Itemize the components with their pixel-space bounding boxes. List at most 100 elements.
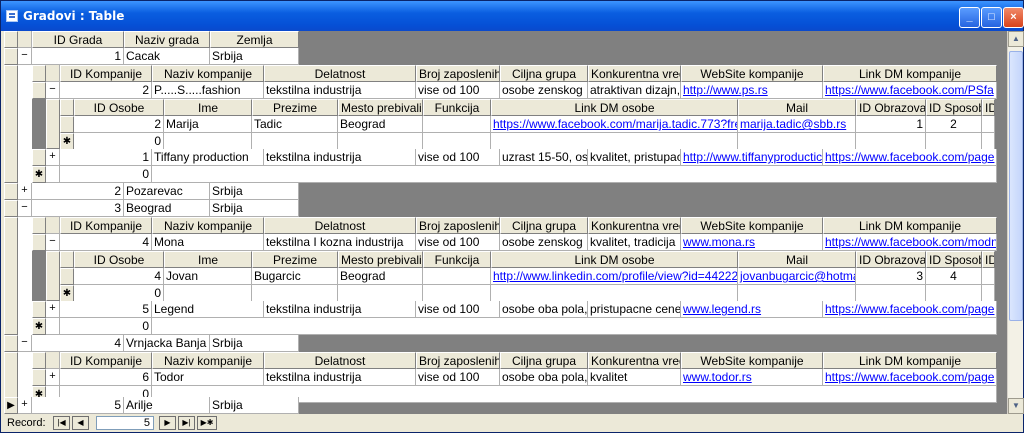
cell-link-dm-osobe[interactable] <box>491 133 738 150</box>
vertical-scrollbar[interactable]: ▲ ▼ <box>1007 31 1024 414</box>
new-record-icon[interactable]: ✱ <box>60 133 74 150</box>
cell-konkurentna[interactable]: kvalitet, tradicija <box>588 234 681 251</box>
col-konkurentna[interactable]: Konkurentna vred <box>588 217 681 234</box>
col-link-dm-osobe[interactable]: Link DM osobe <box>491 99 738 116</box>
table-row[interactable]: + 2 Pozarevac Srbija <box>4 183 299 200</box>
cell-mail[interactable]: marija.tadic@sbb.rs <box>738 116 856 133</box>
cell-link-dm[interactable]: https://www.facebook.com/PSfa <box>823 82 997 99</box>
col-broj-zaposlenih[interactable]: Broj zaposlenih <box>416 217 500 234</box>
datasheet-grid[interactable]: ID Grada Naziv grada Zemlja − 1 Cacak Sr… <box>4 31 1007 414</box>
new-record-icon[interactable]: ✱ <box>32 166 46 183</box>
cell-delatnost[interactable]: tekstilna industrija <box>264 369 416 386</box>
cell-empty[interactable] <box>152 166 997 183</box>
select-all-corner[interactable] <box>60 251 74 268</box>
col-id-sposobnosti[interactable]: ID Sposob <box>926 251 982 268</box>
cell-ime[interactable]: Jovan <box>164 268 252 285</box>
cell-id-grada[interactable]: 5 <box>32 397 124 414</box>
cell-zemlja[interactable]: Srbija <box>210 183 299 200</box>
col-delatnost[interactable]: Delatnost <box>264 217 416 234</box>
cell-naziv-grada[interactable]: Vrnjacka Banja <box>124 335 210 352</box>
expand-toggle[interactable]: + <box>46 369 60 386</box>
new-record-row[interactable]: ✱ 0 <box>32 166 997 183</box>
record-selector[interactable] <box>32 82 46 99</box>
cell-website[interactable]: www.legend.rs <box>681 301 823 318</box>
cell-id-sposobnosti[interactable]: 2 <box>926 116 982 133</box>
table-row[interactable]: + 1 Tiffany production tekstilna industr… <box>32 149 997 166</box>
cell-id-osobe[interactable]: 0 <box>74 133 164 150</box>
expand-toggle[interactable]: + <box>46 149 60 166</box>
collapse-toggle[interactable]: − <box>46 82 60 99</box>
last-record-icon[interactable]: ▶| <box>178 416 195 430</box>
collapse-toggle[interactable]: − <box>18 48 32 65</box>
record-selector[interactable] <box>60 116 74 133</box>
col-id-kompanije[interactable]: ID Kompanije <box>60 65 152 82</box>
col-website[interactable]: WebSite kompanije <box>681 217 823 234</box>
cell-funkcija[interactable] <box>423 116 491 133</box>
col-website[interactable]: WebSite kompanije <box>681 65 823 82</box>
table-row[interactable]: − 4 Vrnjacka Banja Srbija <box>4 335 299 352</box>
col-mesto[interactable]: Mesto prebivalist <box>338 251 423 268</box>
previous-record-icon[interactable]: ◀ <box>72 416 89 430</box>
cell-id-extra[interactable] <box>982 116 995 133</box>
cell-link-dm-osobe[interactable]: http://www.linkedin.com/profile/view?id=… <box>491 268 738 285</box>
col-id-grada[interactable]: ID Grada <box>32 31 124 48</box>
cell-id-grada[interactable]: 1 <box>32 48 124 65</box>
cell-link-dm[interactable]: https://www.facebook.com/page <box>823 369 997 386</box>
cell-ime[interactable]: Marija <box>164 116 252 133</box>
record-selector[interactable] <box>60 268 74 285</box>
new-record-icon[interactable]: ✱ <box>60 285 74 302</box>
record-selector[interactable] <box>32 301 46 318</box>
cell-id-sposobnosti[interactable]: 4 <box>926 268 982 285</box>
cell-mesto[interactable]: Beograd <box>338 116 423 133</box>
cell-naziv-grada[interactable]: Arilje <box>124 397 210 414</box>
cell-funkcija[interactable] <box>423 285 491 302</box>
close-button[interactable]: × <box>1003 7 1024 28</box>
cell-link-dm[interactable]: https://www.facebook.com/modn <box>823 234 997 251</box>
cell-mail[interactable] <box>738 133 856 150</box>
table-row[interactable]: 2 Marija Tadic Beograd https://www.faceb… <box>60 116 995 133</box>
cell-id-sposobnosti[interactable] <box>926 133 982 150</box>
table-row[interactable]: + 5 Legend tekstilna industrija vise od … <box>32 301 997 318</box>
cell-prezime[interactable]: Bugarcic <box>252 268 338 285</box>
current-record-icon[interactable]: ▶ <box>4 397 18 414</box>
record-selector[interactable] <box>4 335 18 352</box>
col-naziv-kompanije[interactable]: Naziv kompanije <box>152 217 264 234</box>
cell-zemlja[interactable]: Srbija <box>210 397 299 414</box>
cell-konkurentna[interactable]: kvalitet <box>588 369 681 386</box>
cell-naziv-grada[interactable]: Beograd <box>124 200 210 217</box>
cell-mesto[interactable] <box>338 285 423 302</box>
cell-website[interactable]: http://www.tiffanyproductic <box>681 149 823 166</box>
col-link-dm-kompanije[interactable]: Link DM kompanije <box>823 352 997 369</box>
col-ime[interactable]: Ime <box>164 99 252 116</box>
cell-id-obrazovanja[interactable]: 1 <box>856 116 926 133</box>
select-all-corner[interactable] <box>32 65 46 82</box>
collapse-toggle[interactable]: − <box>46 234 60 251</box>
cell-id-grada[interactable]: 2 <box>32 183 124 200</box>
cell-prezime[interactable]: Tadic <box>252 116 338 133</box>
collapse-toggle[interactable]: − <box>18 200 32 217</box>
scroll-down-icon[interactable]: ▼ <box>1008 398 1024 414</box>
cell-broj-zaposlenih[interactable]: vise od 100 <box>416 301 500 318</box>
cell-naziv-kompanije[interactable]: Mona <box>152 234 264 251</box>
table-row[interactable]: + 6 Todor tekstilna industrija vise od 1… <box>32 369 997 386</box>
cell-id-obrazovanja[interactable] <box>856 285 926 302</box>
cell-zemlja[interactable]: Srbija <box>210 200 299 217</box>
cell-naziv-grada[interactable]: Cacak <box>124 48 210 65</box>
col-konkurentna[interactable]: Konkurentna vred <box>588 65 681 82</box>
cell-naziv-kompanije[interactable]: P.....S.....fashion <box>152 82 264 99</box>
current-record-field[interactable]: 5 <box>96 416 154 430</box>
new-record-row[interactable]: ✱ 0 <box>32 318 997 335</box>
col-delatnost[interactable]: Delatnost <box>264 352 416 369</box>
col-delatnost[interactable]: Delatnost <box>264 65 416 82</box>
col-id-obrazovanja[interactable]: ID Obrazova <box>856 251 926 268</box>
cell-mail[interactable] <box>738 285 856 302</box>
cell-empty[interactable] <box>152 318 997 335</box>
next-record-icon[interactable]: ▶ <box>159 416 176 430</box>
new-record-row[interactable]: ✱ 0 <box>60 285 995 302</box>
cell-funkcija[interactable] <box>423 133 491 150</box>
col-ciljna-grupa[interactable]: Ciljna grupa <box>500 352 588 369</box>
cell-id-extra[interactable] <box>982 268 995 285</box>
new-record-icon[interactable]: ✱ <box>32 318 46 335</box>
table-row[interactable]: − 1 Cacak Srbija <box>4 48 299 65</box>
col-broj-zaposlenih[interactable]: Broj zaposlenih <box>416 352 500 369</box>
